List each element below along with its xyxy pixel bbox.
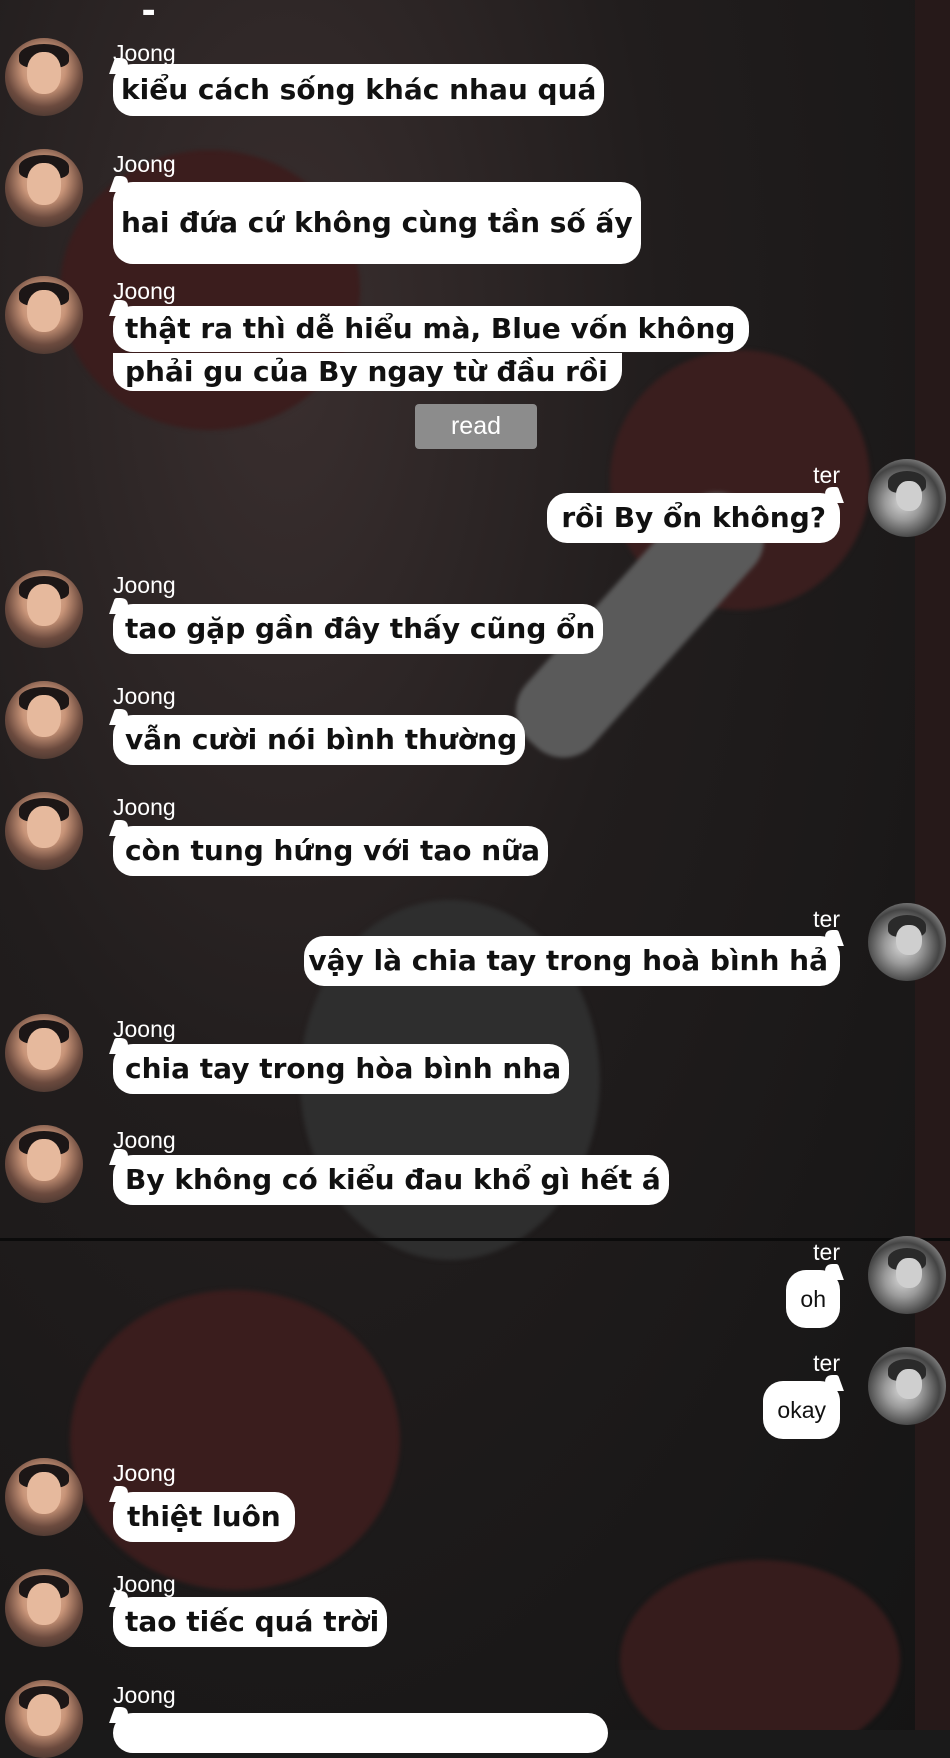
- sender-name: ter: [813, 1350, 840, 1376]
- sender-name: Joong: [113, 794, 176, 820]
- message-bubble[interactable]: thật ra thì dễ hiểu mà, Blue vốn không: [113, 306, 750, 352]
- avatar-joong[interactable]: [5, 681, 83, 759]
- avatar-ter[interactable]: [868, 1347, 946, 1425]
- avatar-joong[interactable]: [5, 1680, 83, 1758]
- message-bubble[interactable]: By không có kiểu đau khổ gì hết á: [113, 1155, 669, 1205]
- avatar-ter[interactable]: [868, 903, 946, 981]
- message-bubble[interactable]: còn tung hứng với tao nữa: [113, 826, 549, 876]
- avatar-joong[interactable]: [5, 792, 83, 870]
- avatar-joong[interactable]: [5, 570, 83, 648]
- message-bubble[interactable]: thiệt luôn: [113, 1492, 295, 1542]
- sender-name: ter: [813, 1239, 840, 1265]
- message-bubble[interactable]: rồi By ổn không?: [547, 493, 840, 543]
- sender-name: Joong: [113, 1682, 176, 1708]
- message-bubble[interactable]: chia tay trong hòa bình nha: [113, 1044, 570, 1094]
- message-bubble[interactable]: vậy là chia tay trong hoà bình hả: [304, 936, 840, 986]
- sender-name: ter: [813, 462, 840, 488]
- sender-name: Joong: [113, 683, 176, 709]
- message-line: phải gu của By ngay từ đầu rồi: [125, 355, 608, 388]
- message-line: thật ra thì dễ hiểu mà, Blue vốn không: [125, 312, 736, 345]
- avatar-joong[interactable]: [5, 276, 83, 354]
- message-bubble[interactable]: kiểu cách sống khác nhau quá: [113, 64, 605, 116]
- avatar-ter[interactable]: [868, 459, 946, 537]
- top-edge-mark: ▬: [142, 4, 156, 20]
- sender-name: ter: [813, 906, 840, 932]
- avatar-ter[interactable]: [868, 1236, 946, 1314]
- avatar-joong[interactable]: [5, 1569, 83, 1647]
- message-bubble[interactable]: tao gặp gần đây thấy cũng ổn: [113, 604, 604, 654]
- avatar-joong[interactable]: [5, 1458, 83, 1536]
- message-bubble[interactable]: oh: [786, 1270, 840, 1328]
- sender-name: Joong: [113, 151, 176, 177]
- avatar-joong[interactable]: [5, 149, 83, 227]
- avatar-joong[interactable]: [5, 1125, 83, 1203]
- message-bubble[interactable]: okay: [763, 1381, 840, 1439]
- message-bubble[interactable]: tao tiếc quá trời: [113, 1597, 388, 1647]
- section-divider: [0, 1238, 950, 1241]
- read-receipt: read: [415, 404, 537, 449]
- message-bubble-continuation: phải gu của By ngay từ đầu rồi: [113, 353, 622, 391]
- sender-name: Joong: [113, 1460, 176, 1486]
- message-bubble[interactable]: [113, 1713, 608, 1753]
- message-bubble[interactable]: vẫn cười nói bình thường: [113, 715, 526, 765]
- message-bubble[interactable]: hai đứa cứ không cùng tần số ấy: [113, 182, 641, 264]
- sender-name: Joong: [113, 572, 176, 598]
- avatar-joong[interactable]: [5, 38, 83, 116]
- avatar-joong[interactable]: [5, 1014, 83, 1092]
